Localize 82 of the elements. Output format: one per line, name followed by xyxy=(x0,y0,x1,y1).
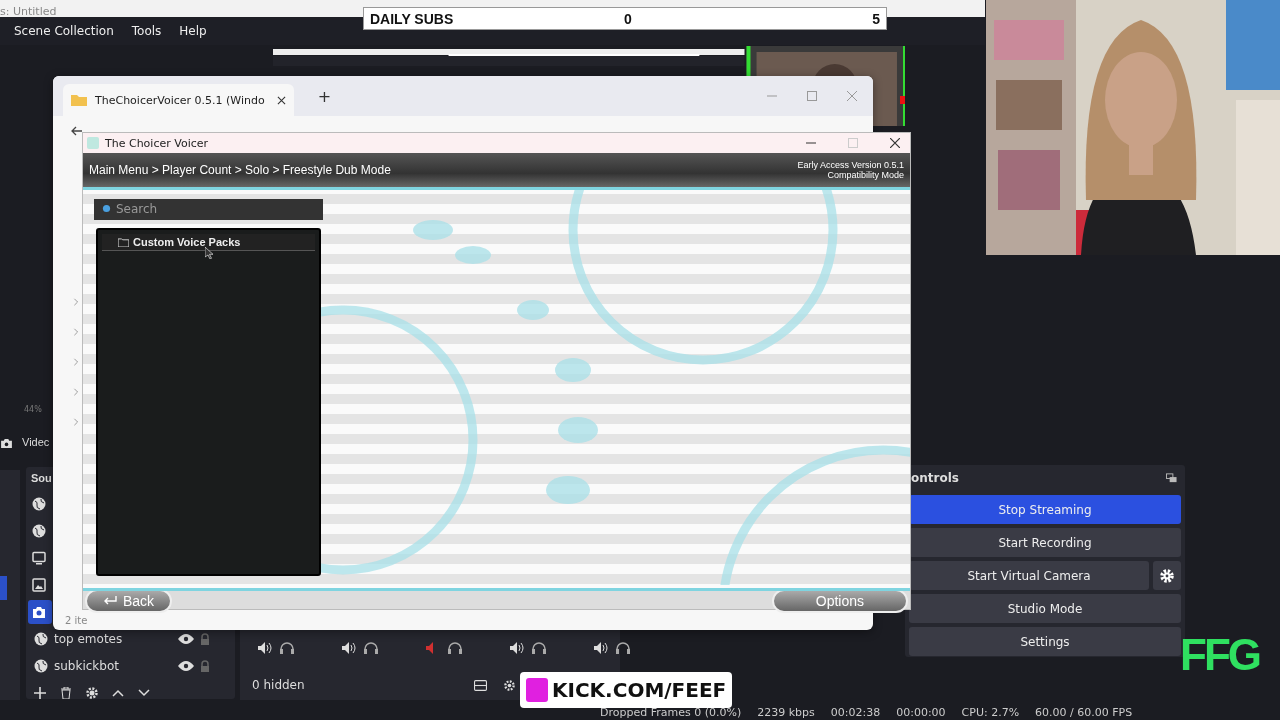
subs-count: 0 xyxy=(624,10,633,27)
search-icon xyxy=(102,204,111,213)
channel-url: KICK.COM/FEEF xyxy=(552,678,727,702)
folder-icon xyxy=(118,237,129,247)
lock-icon[interactable] xyxy=(200,633,210,645)
menu-item[interactable]: Help xyxy=(179,24,207,38)
layout-icon[interactable] xyxy=(474,679,487,691)
back-button[interactable]: Back xyxy=(85,589,173,613)
headphones-icon[interactable] xyxy=(364,642,378,654)
search-field[interactable]: Search xyxy=(94,198,323,220)
gear-icon xyxy=(1160,568,1174,583)
source-item[interactable]: subkickbot xyxy=(28,654,233,678)
subs-label: DAILY SUBS xyxy=(370,10,455,27)
dock-title: Sou xyxy=(31,472,52,484)
mouse-cursor-icon xyxy=(205,247,213,259)
menu-item[interactable]: Tools xyxy=(131,24,162,38)
headphones-icon[interactable] xyxy=(616,642,630,654)
control-button[interactable]: Settings xyxy=(909,627,1181,656)
new-tab-button[interactable]: + xyxy=(317,86,332,106)
app-icon xyxy=(87,137,99,149)
headphones-icon[interactable] xyxy=(448,642,462,654)
control-button[interactable]: Studio Mode xyxy=(909,594,1181,623)
globe-icon xyxy=(32,497,46,511)
source-name: top emotes xyxy=(54,632,124,646)
status-text: 00:02:38 xyxy=(830,706,881,719)
status-text: CPU: 2.7% xyxy=(961,706,1020,719)
source-item[interactable]: top emotes xyxy=(28,627,233,651)
return-arrow-icon xyxy=(103,596,117,606)
image-icon xyxy=(32,578,46,592)
options-button[interactable]: Options xyxy=(771,589,908,613)
folder-icon xyxy=(71,94,87,106)
item-count: 2 ite xyxy=(65,615,88,626)
status-text: 60.00 / 60.00 FPS xyxy=(1035,706,1133,719)
undock-icon[interactable] xyxy=(1166,473,1177,483)
back-arrow-icon[interactable] xyxy=(71,126,83,136)
version-label: Early Access Version 0.5.1 xyxy=(797,160,904,170)
source-name: subkickbot xyxy=(54,659,120,673)
browser-tab[interactable]: TheChoicerVoicer 0.5.1 (Windo xyxy=(63,84,294,116)
kick-logo-icon xyxy=(526,678,548,702)
channel-logo: FFG xyxy=(1180,630,1259,680)
subs-goal: 5 xyxy=(872,10,880,27)
chevron-down-icon[interactable] xyxy=(138,687,150,699)
globe-icon xyxy=(34,632,48,646)
speaker-icon[interactable] xyxy=(258,642,272,654)
globe-icon xyxy=(34,659,48,673)
control-button[interactable]: Stop Streaming xyxy=(909,495,1181,524)
list-item[interactable]: Custom Voice Packs xyxy=(102,234,315,251)
source-item[interactable] xyxy=(28,600,52,624)
hidden-count: 0 hidden xyxy=(252,678,306,692)
add-icon[interactable] xyxy=(34,687,46,699)
status-text: 00:00:00 xyxy=(896,706,946,719)
speaker-icon[interactable] xyxy=(594,642,608,654)
settings-icon[interactable] xyxy=(86,687,98,699)
menu-item[interactable]: Scene Collection xyxy=(14,24,114,38)
trash-icon[interactable] xyxy=(60,687,72,699)
headphones-icon[interactable] xyxy=(532,642,546,654)
lock-icon[interactable] xyxy=(200,660,210,672)
eye-icon[interactable] xyxy=(178,661,194,671)
close-icon[interactable] xyxy=(276,95,286,105)
speaker-icon[interactable] xyxy=(510,642,524,654)
control-button[interactable]: Start Virtual Camera xyxy=(909,561,1149,590)
status-text: 2239 kbps xyxy=(757,706,815,719)
speaker-icon[interactable] xyxy=(342,642,356,654)
tab-title: TheChoicerVoicer 0.5.1 (Windo xyxy=(95,93,265,107)
close-icon[interactable] xyxy=(890,138,900,148)
dock-title: ontrols xyxy=(911,471,959,485)
window-title: s: Untitled xyxy=(0,5,57,18)
monitor-icon xyxy=(32,551,46,565)
preview-label: Videc xyxy=(22,436,50,448)
mode-label: Compatibility Mode xyxy=(827,170,904,180)
globe-icon xyxy=(32,524,46,538)
status-text: Dropped Frames 0 (0.0%) xyxy=(600,706,742,719)
window-title: The Choicer Voicer xyxy=(105,136,209,150)
eye-icon[interactable] xyxy=(178,634,194,644)
control-button[interactable]: Start Recording xyxy=(909,528,1181,557)
camera-icon xyxy=(32,605,46,619)
chevron-up-icon[interactable] xyxy=(112,687,124,699)
settings-button[interactable] xyxy=(1153,561,1181,590)
headphones-icon[interactable] xyxy=(280,642,294,654)
zoom-level: 44% xyxy=(24,405,42,414)
settings-icon[interactable] xyxy=(503,679,516,691)
breadcrumb: Main Menu > Player Count > Solo > Freestyle Dub Mode xyxy=(89,163,391,177)
